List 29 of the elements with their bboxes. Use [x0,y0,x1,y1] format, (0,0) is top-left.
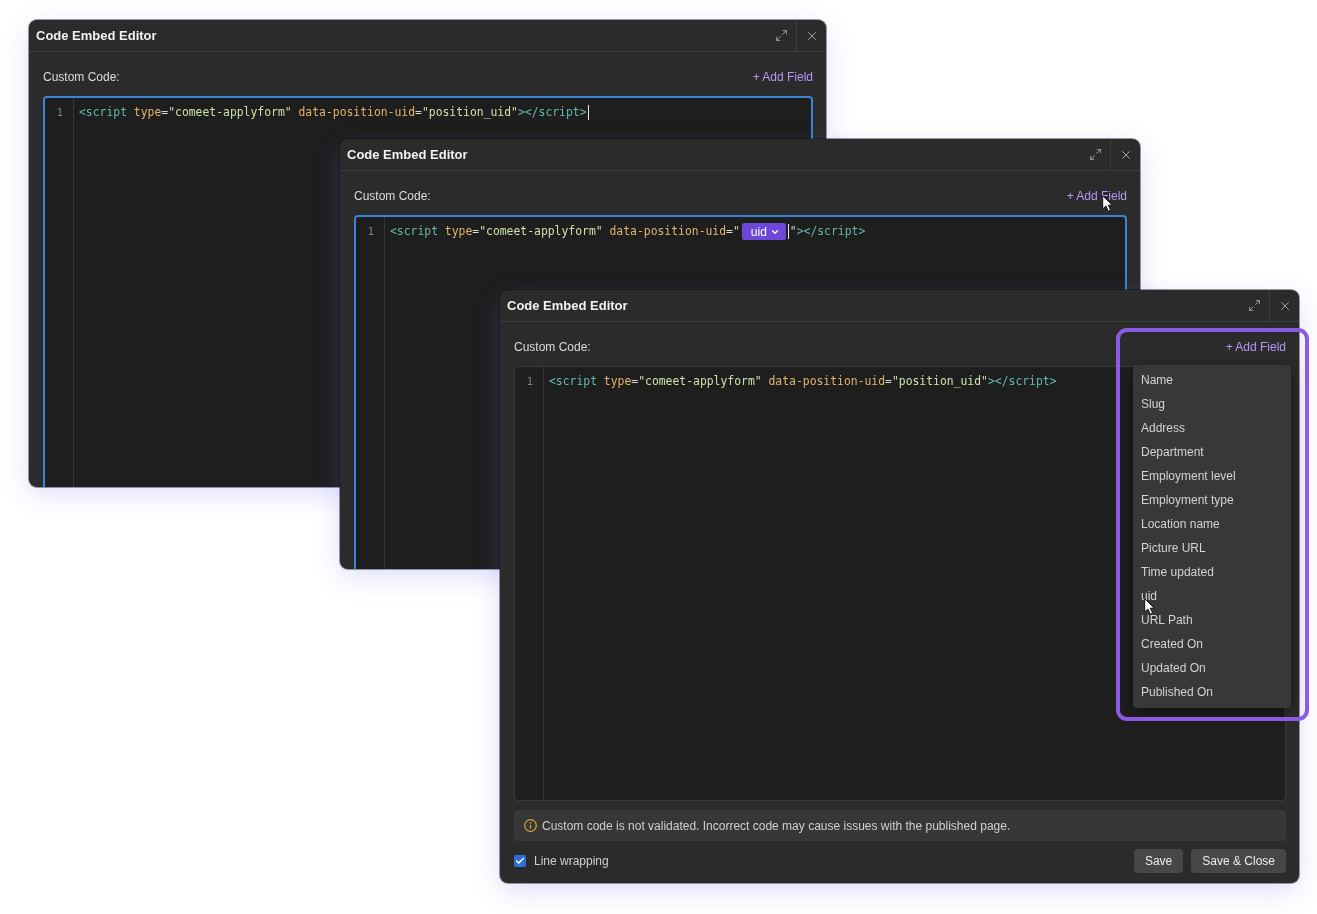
field-label: Custom Code: [43,70,120,84]
field-token[interactable]: uid [741,223,786,240]
line-number: 1 [366,224,375,240]
checkbox[interactable] [514,855,526,867]
code-text: <script type="comeet-applyform" data-position-uid="position_uid"></script> [549,373,1057,390]
add-field-link[interactable]: + Add Field [752,70,813,84]
expand-icon [1247,299,1261,312]
text-cursor [787,224,789,239]
notice-text: Custom code is not validated. Incorrect code may cause issues with the published page. [542,818,1011,833]
footer-button[interactable]: Save [1133,849,1184,873]
code-text: <script type="comeet-applyform" data-position-uid="position_uid"></script> [79,104,587,121]
mouse-pointer-icon [1144,598,1155,615]
window-title: Code Embed Editor [36,28,158,43]
info-icon [524,819,537,832]
field-label: Custom Code: [354,189,431,203]
expand-icon [1088,148,1102,161]
add-field-link[interactable]: + Add Field [1225,340,1286,354]
code-text: <script type="comeet-applyform" data-position-uid=" [390,223,740,240]
expand-icon [774,29,788,42]
add-field-link[interactable]: + Add Field [1066,189,1127,203]
window-title: Code Embed Editor [507,298,629,313]
checkbox-label: Line wrapping [534,854,609,868]
text-cursor [587,105,589,120]
footer-button[interactable]: Save & Close [1191,849,1286,873]
code-text: "></script> [789,223,866,240]
line-number: 1 [525,374,534,390]
field-label: Custom Code: [514,340,591,354]
window-title: Code Embed Editor [347,147,469,162]
line-number: 1 [55,105,64,121]
